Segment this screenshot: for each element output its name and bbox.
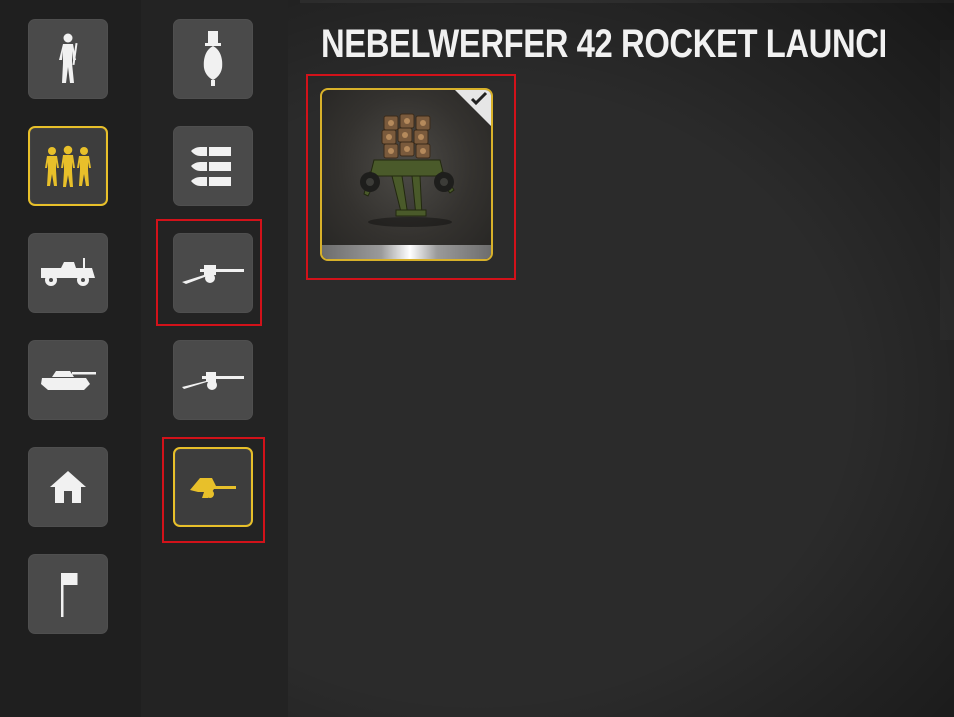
category-buildings[interactable] <box>28 447 108 527</box>
flag-icon <box>61 573 78 617</box>
category-tanks[interactable] <box>28 340 108 420</box>
subcategory-anti-tank-guns[interactable] <box>173 233 253 313</box>
nebelwerfer-launcher-icon <box>360 113 455 227</box>
field-gun-icon <box>182 372 244 390</box>
tank-icon <box>41 371 96 390</box>
subcategory-ammunition[interactable] <box>173 126 253 206</box>
squad-icon <box>45 145 91 187</box>
rocket-launcher-icon <box>190 478 236 498</box>
ammunition-icon <box>191 147 231 186</box>
category-infantry[interactable] <box>28 19 108 99</box>
unit-card-status-bar <box>322 245 491 259</box>
panel-title-area: NEBELWERFER 42 ROCKET LAUNCHER <box>321 16 885 72</box>
subcategory-field-guns[interactable] <box>173 340 253 420</box>
checkmark-icon <box>470 91 488 106</box>
panel-title: NEBELWERFER 42 ROCKET LAUNCHER <box>321 22 885 66</box>
infantry-soldier-icon <box>59 33 78 83</box>
jeep-icon <box>41 258 95 286</box>
house-icon <box>50 471 86 503</box>
category-objectives[interactable] <box>28 554 108 634</box>
subcategory-rocket-launchers[interactable] <box>173 447 253 527</box>
category-squad[interactable] <box>28 126 108 206</box>
unit-card-nebelwerfer[interactable] <box>320 88 493 261</box>
subcategory-mortars[interactable] <box>173 19 253 99</box>
anti-tank-gun-icon <box>182 265 244 284</box>
category-column <box>0 0 142 717</box>
category-vehicles[interactable] <box>28 233 108 313</box>
mortar-shell-icon <box>203 31 223 86</box>
subcategory-column <box>141 0 288 717</box>
